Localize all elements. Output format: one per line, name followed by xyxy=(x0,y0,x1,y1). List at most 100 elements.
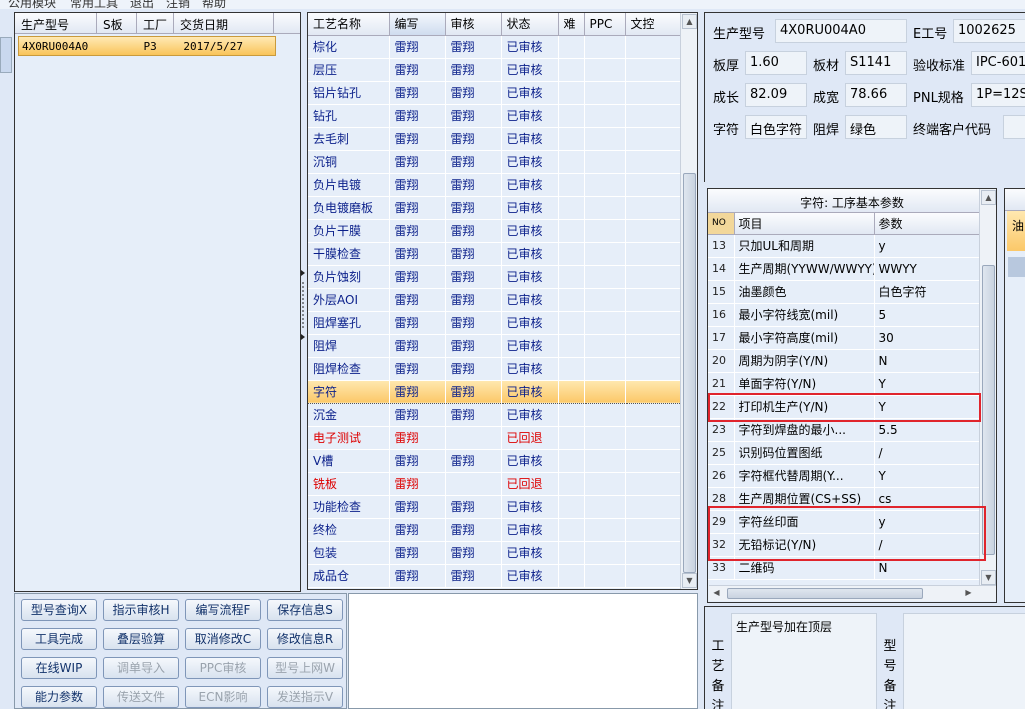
process-row[interactable]: 阻焊塞孔 雷翔 雷翔 已审核 xyxy=(308,311,681,335)
menu-item-logout[interactable]: 注销 xyxy=(166,0,190,9)
col-sboard[interactable]: S板 xyxy=(97,13,137,33)
process-scrollbar[interactable]: ▲ ▼ xyxy=(680,13,697,589)
process-row[interactable]: V槽 雷翔 雷翔 已审核 xyxy=(308,449,681,473)
process-status: 已审核 xyxy=(501,219,559,243)
process-row[interactable]: 层压 雷翔 雷翔 已审核 xyxy=(308,58,681,82)
action-button[interactable]: 编写流程F xyxy=(185,599,261,621)
process-row[interactable]: 去毛刺 雷翔 雷翔 已审核 xyxy=(308,127,681,151)
col-doc-control[interactable]: 文控 xyxy=(625,13,681,36)
action-button[interactable]: 型号上网W xyxy=(267,657,343,679)
col-factory[interactable]: 工厂 xyxy=(137,13,174,33)
process-row[interactable]: 沉金 雷翔 雷翔 已审核 xyxy=(308,403,681,427)
process-row[interactable]: 电子测试 雷翔 已回退 xyxy=(308,426,681,450)
action-button[interactable]: 修改信息R xyxy=(267,628,343,650)
action-button[interactable]: 发送指示V xyxy=(267,686,343,708)
collapse-tab[interactable] xyxy=(0,37,12,73)
field-thickness[interactable]: 1.60 xyxy=(745,51,807,75)
process-row[interactable]: 棕化 雷翔 雷翔 已审核 xyxy=(308,35,681,59)
menu-item-common[interactable]: 公用模块 xyxy=(8,0,56,9)
process-difficulty xyxy=(558,472,585,496)
action-button[interactable]: 传送文件 xyxy=(103,686,179,708)
param-row[interactable]: 20 周期为阴字(Y/N) N xyxy=(708,349,981,373)
params-scroll-left-icon[interactable]: ◀ xyxy=(709,586,724,601)
field-e-no[interactable]: 1002625 xyxy=(953,19,1025,43)
col-difficulty[interactable]: 难 xyxy=(558,13,585,36)
process-note-box[interactable]: 生产型号加在顶层 xyxy=(731,613,877,709)
process-table: 工艺名称 编写 审核 状态 难 PPC 文控 棕化 雷翔 雷翔 已审核 层压 雷翔 雷翔 已审… xyxy=(308,13,681,588)
action-button[interactable]: 型号查询X xyxy=(21,599,97,621)
process-row[interactable]: 负电镀磨板 雷翔 雷翔 已审核 xyxy=(308,196,681,220)
process-row[interactable]: 字符 雷翔 雷翔 已审核 xyxy=(308,379,681,404)
action-button[interactable]: 调单导入 xyxy=(103,657,179,679)
params-scroll-up-icon[interactable]: ▲ xyxy=(981,190,996,205)
params-hscrollbar[interactable]: ◀ ▶ xyxy=(709,585,996,601)
col-ppc[interactable]: PPC xyxy=(584,13,626,36)
param-row[interactable]: 16 最小字符线宽(mil) 5 xyxy=(708,303,981,327)
sliver-scroll[interactable] xyxy=(1008,257,1025,277)
col-model[interactable]: 生产型号 xyxy=(15,13,97,33)
col-value[interactable]: 参数 xyxy=(874,213,981,235)
product-row[interactable]: 4X0RU004A0 P3 2017/5/27 xyxy=(18,36,276,56)
param-row[interactable]: 21 单面字符(Y/N) Y xyxy=(708,372,981,396)
process-row[interactable]: 阻焊检查 雷翔 雷翔 已审核 xyxy=(308,357,681,381)
menu-item-help[interactable]: 帮助 xyxy=(202,0,226,9)
process-row[interactable]: 功能检查 雷翔 雷翔 已审核 xyxy=(308,495,681,519)
col-item[interactable]: 项目 xyxy=(734,213,875,235)
scroll-up-icon[interactable]: ▲ xyxy=(682,14,697,29)
action-button[interactable]: 在线WIP xyxy=(21,657,97,679)
process-row[interactable]: 干膜检查 雷翔 雷翔 已审核 xyxy=(308,242,681,266)
sliver-selected-row[interactable]: 油 xyxy=(1007,211,1025,251)
param-row[interactable]: 17 最小字符高度(mil) 30 xyxy=(708,326,981,350)
col-no[interactable]: NO xyxy=(708,213,735,235)
param-row[interactable]: 15 油墨颜色 白色字符 xyxy=(708,280,981,304)
field-char[interactable]: 白色字符 xyxy=(745,115,807,139)
action-button[interactable]: 叠层验算 xyxy=(103,628,179,650)
param-row[interactable]: 25 识别码位置图纸 / xyxy=(708,441,981,465)
process-difficulty xyxy=(558,357,585,381)
model-note-box[interactable] xyxy=(903,613,1025,709)
field-model[interactable]: 4X0RU004A0 xyxy=(775,19,907,43)
col-writer[interactable]: 编写 xyxy=(389,13,446,36)
action-button[interactable]: ECN影响 xyxy=(185,686,261,708)
action-button[interactable]: 指示审核H xyxy=(103,599,179,621)
menu-item-tools[interactable]: 常用工具 xyxy=(70,0,118,9)
action-button[interactable]: PPC审核 xyxy=(185,657,261,679)
col-process-name[interactable]: 工艺名称 xyxy=(308,13,390,36)
process-row[interactable]: 阻焊 雷翔 雷翔 已审核 xyxy=(308,334,681,358)
field-material[interactable]: S1141 xyxy=(845,51,907,75)
field-mask[interactable]: 绿色 xyxy=(845,115,907,139)
menu-item-exit[interactable]: 退出 xyxy=(130,0,154,9)
action-button[interactable]: 能力参数 xyxy=(21,686,97,708)
panel-splitter[interactable] xyxy=(301,270,306,340)
process-row[interactable]: 负片蚀刻 雷翔 雷翔 已审核 xyxy=(308,265,681,289)
process-row[interactable]: 负片干膜 雷翔 雷翔 已审核 xyxy=(308,219,681,243)
process-row[interactable]: 铝片钻孔 雷翔 雷翔 已审核 xyxy=(308,81,681,105)
action-button[interactable]: 取消修改C xyxy=(185,628,261,650)
scroll-thumb[interactable] xyxy=(683,173,696,573)
params-scroll-down-icon[interactable]: ▼ xyxy=(981,570,996,585)
param-row[interactable]: 13 只加UL和周期 y xyxy=(708,234,981,258)
process-row[interactable]: 钻孔 雷翔 雷翔 已审核 xyxy=(308,104,681,128)
process-row[interactable]: 外层AOI 雷翔 雷翔 已审核 xyxy=(308,288,681,312)
process-row[interactable]: 负片电镀 雷翔 雷翔 已审核 xyxy=(308,173,681,197)
field-pnl[interactable]: 1P=12S xyxy=(971,83,1025,107)
col-reviewer[interactable]: 审核 xyxy=(445,13,502,36)
param-row[interactable]: 26 字符框代替周期(Y... Y xyxy=(708,464,981,488)
process-row[interactable]: 成品仓 雷翔 雷翔 已审核 xyxy=(308,564,681,588)
action-button[interactable]: 保存信息S xyxy=(267,599,343,621)
col-status[interactable]: 状态 xyxy=(501,13,559,36)
process-row[interactable]: 终检 雷翔 雷翔 已审核 xyxy=(308,518,681,542)
col-date[interactable]: 交货日期 xyxy=(174,13,274,33)
scroll-down-icon[interactable]: ▼ xyxy=(682,573,697,588)
field-standard[interactable]: IPC-601 xyxy=(971,51,1025,75)
field-customer[interactable] xyxy=(1003,115,1025,139)
params-hscroll-thumb[interactable] xyxy=(727,588,923,599)
process-row[interactable]: 铣板 雷翔 已回退 xyxy=(308,472,681,496)
action-button[interactable]: 工具完成 xyxy=(21,628,97,650)
field-length[interactable]: 82.09 xyxy=(745,83,807,107)
process-row[interactable]: 包装 雷翔 雷翔 已审核 xyxy=(308,541,681,565)
field-width[interactable]: 78.66 xyxy=(845,83,907,107)
process-row[interactable]: 沉铜 雷翔 雷翔 已审核 xyxy=(308,150,681,174)
params-scroll-right-icon[interactable]: ▶ xyxy=(961,586,976,601)
param-row[interactable]: 14 生产周期(YYWW/WWYY) WWYY xyxy=(708,257,981,281)
